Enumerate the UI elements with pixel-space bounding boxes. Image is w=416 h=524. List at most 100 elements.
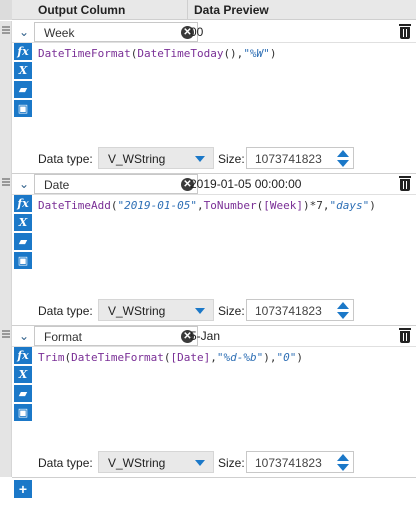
size-field[interactable]: 1073741823 [246, 451, 354, 473]
size-label: Size: [218, 304, 245, 318]
row-drag-gutter[interactable] [0, 21, 12, 173]
row-header: ⌄ Format ✕ 5-Jan [12, 325, 416, 347]
trash-body [400, 27, 410, 39]
trash-lid [399, 328, 411, 330]
save-icon[interactable]: ▣ [14, 404, 32, 421]
expression-token: Trim [38, 351, 65, 364]
expression-toolbar: fx X ▰ ▣ [14, 195, 34, 271]
expression-token: DateTimeToday [137, 47, 224, 60]
spin-up-icon[interactable] [337, 150, 349, 157]
spin-down-icon[interactable] [337, 160, 349, 167]
field-type-bar: Data type: V_WString Size: 1073741823 [36, 297, 416, 323]
save-icon[interactable]: ▣ [14, 100, 32, 117]
expression-token: , [210, 351, 217, 364]
size-field[interactable]: 1073741823 [246, 147, 354, 169]
output-column-field[interactable]: Week ✕ [34, 22, 198, 42]
size-spinner[interactable] [335, 149, 351, 167]
data-type-label: Data type: [38, 304, 93, 318]
dropdown-arrow-icon[interactable] [195, 460, 205, 466]
fx-icon[interactable]: fx [14, 195, 32, 212]
size-field[interactable]: 1073741823 [246, 299, 354, 321]
row-divider [12, 477, 416, 478]
variable-x-icon[interactable]: X [14, 214, 32, 231]
chevron-down-icon[interactable]: ⌄ [16, 24, 32, 40]
trash-body [400, 331, 410, 343]
expression-token: , [196, 199, 204, 212]
trash-icon[interactable] [398, 176, 412, 192]
dropdown-arrow-icon[interactable] [195, 308, 205, 314]
spin-down-icon[interactable] [337, 464, 349, 471]
drag-handle-icon[interactable] [2, 26, 10, 34]
data-type-value[interactable]: V_WString [108, 152, 165, 166]
data-type-dropdown[interactable]: V_WString [98, 451, 214, 473]
variable-x-icon[interactable]: X [14, 62, 32, 79]
fx-icon[interactable]: fx [14, 43, 32, 60]
expression-token: ToNumber [203, 199, 257, 212]
data-type-value[interactable]: V_WString [108, 304, 165, 318]
expression-token: DateTimeAdd [38, 199, 111, 212]
expression-editor[interactable]: Trim(DateTimeFormat([Date],"%d-%b"),"0") [36, 347, 416, 368]
data-preview-value: 5-Jan [190, 329, 221, 343]
expression-token: [Week] [263, 199, 303, 212]
trash-icon[interactable] [398, 328, 412, 344]
drag-handle-icon[interactable] [2, 178, 10, 186]
size-value[interactable]: 1073741823 [255, 152, 322, 166]
open-folder-icon[interactable]: ▰ [14, 233, 32, 250]
row-header: ⌄ Week ✕ 00 [12, 21, 416, 43]
spin-up-icon[interactable] [337, 454, 349, 461]
drag-handle-icon[interactable] [2, 330, 10, 338]
open-folder-icon[interactable]: ▰ [14, 81, 32, 98]
trash-body [400, 179, 410, 191]
row-drag-gutter[interactable] [0, 173, 12, 325]
header-separator [187, 0, 188, 20]
column-header: Output Column Data Preview [0, 0, 416, 20]
data-type-value[interactable]: V_WString [108, 456, 165, 470]
expression-token: DateTimeFormat [38, 47, 131, 60]
expression-toolbar: fx X ▰ ▣ [14, 43, 34, 119]
open-folder-icon[interactable]: ▰ [14, 385, 32, 402]
expression-token: )*7, [302, 199, 330, 212]
trash-icon[interactable] [398, 24, 412, 40]
variable-x-icon[interactable]: X [14, 366, 32, 383]
save-icon[interactable]: ▣ [14, 252, 32, 269]
row-header: ⌄ Date ✕ 2019-01-05 00:00:00 [12, 173, 416, 195]
output-column-field[interactable]: Format ✕ [34, 326, 198, 346]
formula-row: ⌄ Week ✕ 00 fx X ▰ ▣ DateTimeFormat(Date… [0, 21, 416, 173]
output-column-header: Output Column [38, 3, 126, 17]
expression-token: (), [223, 47, 244, 60]
data-type-dropdown[interactable]: V_WString [98, 299, 214, 321]
expression-token: "0" [276, 351, 297, 364]
expression-editor[interactable]: DateTimeAdd("2019-01-05",ToNumber([Week]… [36, 195, 416, 216]
formula-row: ⌄ Date ✕ 2019-01-05 00:00:00 fx X ▰ ▣ Da… [0, 173, 416, 325]
output-column-field[interactable]: Date ✕ [34, 174, 198, 194]
size-label: Size: [218, 152, 245, 166]
spin-down-icon[interactable] [337, 312, 349, 319]
dropdown-arrow-icon[interactable] [195, 156, 205, 162]
size-value[interactable]: 1073741823 [255, 456, 322, 470]
chevron-down-icon[interactable]: ⌄ [16, 328, 32, 344]
expression-token: "%d-%b" [216, 351, 264, 364]
size-spinner[interactable] [335, 453, 351, 471]
output-column-value[interactable]: Week [44, 26, 74, 40]
expression-token: ) [269, 47, 277, 60]
output-column-value[interactable]: Date [44, 178, 69, 192]
expression-editor[interactable]: DateTimeFormat(DateTimeToday(),"%W") [36, 43, 416, 64]
fx-icon[interactable]: fx [14, 347, 32, 364]
expression-token: "2019-01-05" [117, 199, 197, 212]
expression-token: "%W" [243, 47, 270, 60]
expression-token: [Date] [170, 351, 211, 364]
field-type-bar: Data type: V_WString Size: 1073741823 [36, 145, 416, 171]
expression-toolbar: fx X ▰ ▣ [14, 347, 34, 423]
data-type-dropdown[interactable]: V_WString [98, 147, 214, 169]
row-drag-gutter[interactable] [0, 325, 12, 477]
data-preview-value: 2019-01-05 00:00:00 [190, 177, 302, 191]
expression-token: DateTimeFormat [71, 351, 164, 364]
add-expression-button[interactable]: + [14, 480, 32, 498]
formula-row: ⌄ Format ✕ 5-Jan fx X ▰ ▣ Trim(DateTimeF… [0, 325, 416, 477]
spin-up-icon[interactable] [337, 302, 349, 309]
size-label: Size: [218, 456, 245, 470]
size-value[interactable]: 1073741823 [255, 304, 322, 318]
output-column-value[interactable]: Format [44, 330, 82, 344]
size-spinner[interactable] [335, 301, 351, 319]
chevron-down-icon[interactable]: ⌄ [16, 176, 32, 192]
